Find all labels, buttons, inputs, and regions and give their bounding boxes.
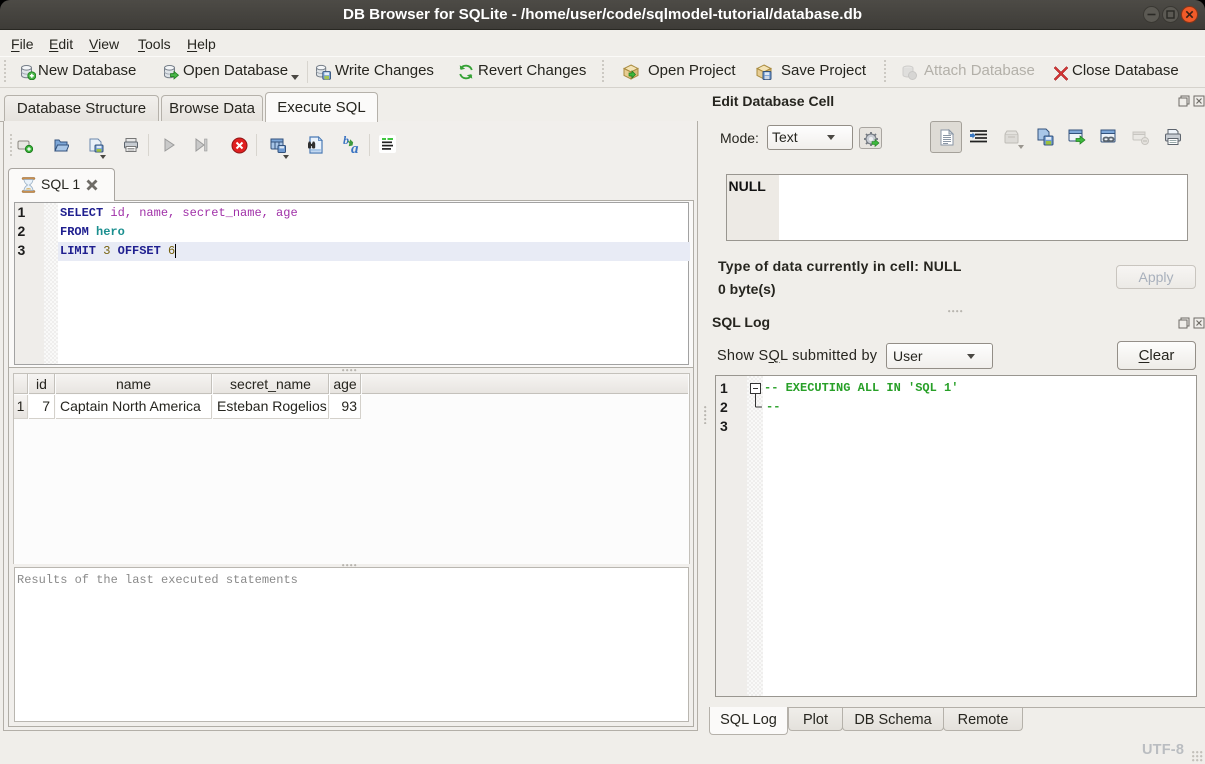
svg-text:b: b (343, 134, 349, 147)
